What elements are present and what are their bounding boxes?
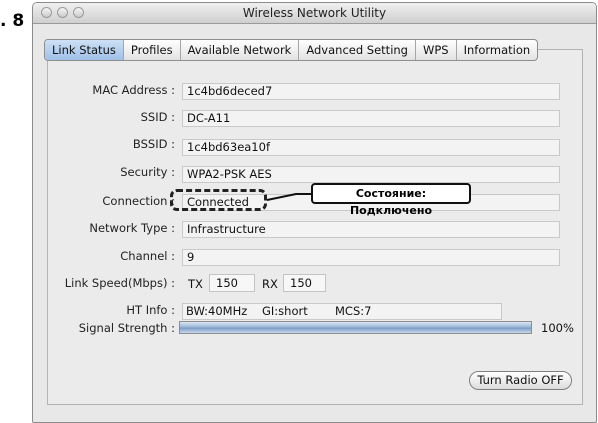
- callout-connector: [266, 193, 311, 201]
- connection-status-callout: Состояние: Подключено: [311, 183, 471, 217]
- tab-profiles[interactable]: Profiles: [122, 40, 180, 60]
- tab-bar: Link Status Profiles Available Network A…: [44, 39, 539, 61]
- tab-information[interactable]: Information: [455, 40, 538, 60]
- callout-line: [266, 193, 311, 201]
- tab-link-status[interactable]: Link Status: [45, 40, 123, 60]
- tab-available-network[interactable]: Available Network: [179, 40, 299, 60]
- tab-advanced-setting[interactable]: Advanced Setting: [298, 40, 415, 60]
- tab-wps[interactable]: WPS: [414, 40, 456, 60]
